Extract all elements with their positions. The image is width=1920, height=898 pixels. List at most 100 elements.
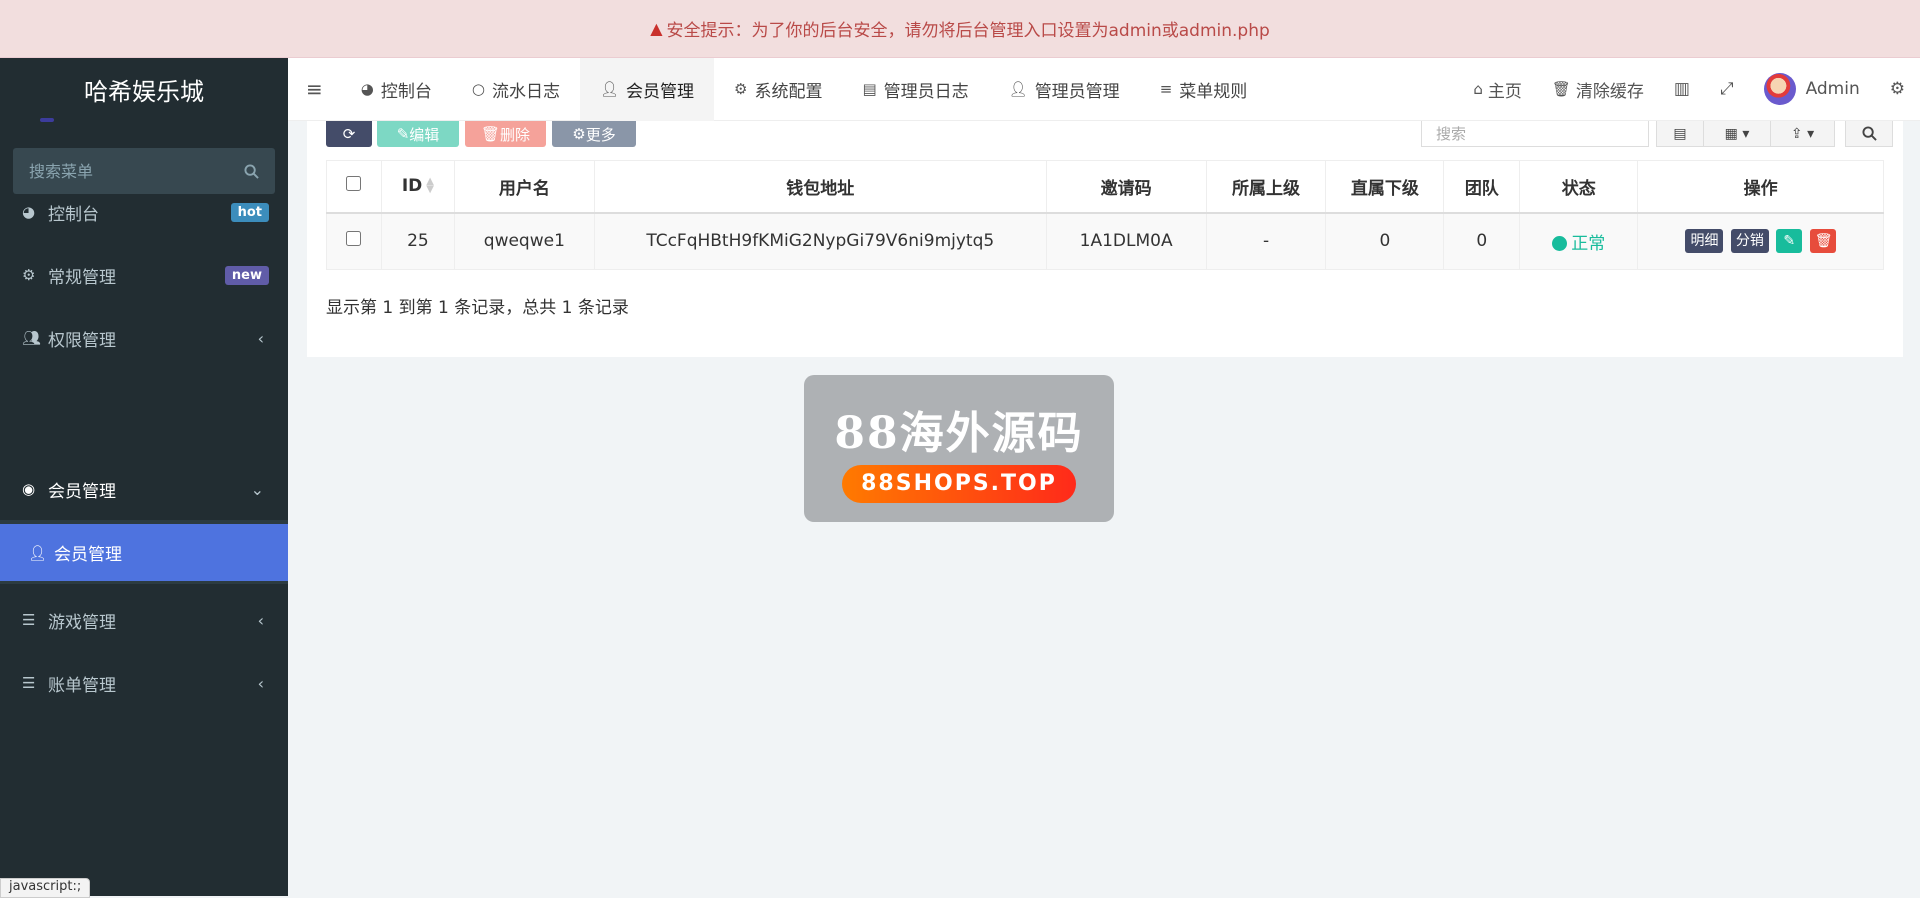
members-table: ID ▲ ▼ 用户名 钱包地址 邀请码 所属上级 直属下级 团队 状态 操作 25 … bbox=[326, 160, 1884, 270]
column-header-id[interactable]: ID ▲ ▼ bbox=[380, 160, 455, 214]
search-icon bbox=[1861, 126, 1877, 141]
cell-invite: 1A1DLM0A bbox=[1045, 212, 1207, 270]
more-button[interactable]: ⚙ 更多 bbox=[552, 121, 636, 147]
column-header-wallet: 钱包地址 bbox=[593, 160, 1047, 214]
row-edit-button[interactable]: ✎ bbox=[1776, 229, 1803, 254]
column-header-parent: 所属上级 bbox=[1205, 160, 1327, 214]
tab-admin-management[interactable]: 👤︎ 管理员管理 bbox=[989, 58, 1140, 121]
list-alt-icon: ▤ bbox=[862, 80, 877, 98]
pagination-summary: 显示第 1 到第 1 条记录，总共 1 条记录 bbox=[326, 298, 629, 318]
trash-icon: 🗑︎ bbox=[480, 125, 501, 143]
toggle-view-button[interactable]: ▤ bbox=[1656, 121, 1704, 147]
share-button[interactable]: 分销 bbox=[1730, 229, 1769, 254]
dashboard-icon: ◕ bbox=[360, 80, 374, 98]
column-header-direct: 直属下级 bbox=[1325, 160, 1445, 214]
pencil-icon: ✎ bbox=[1783, 233, 1796, 250]
cell-username: qweqwe1 bbox=[453, 212, 595, 270]
select-all-cell bbox=[326, 160, 382, 214]
sidebar-toggle-button[interactable]: ≡ bbox=[288, 58, 341, 121]
warning-triangle-icon: ▲ bbox=[650, 19, 663, 38]
edit-label: 编辑 bbox=[409, 125, 440, 144]
user-menu[interactable]: Admin bbox=[1749, 58, 1875, 121]
tab-flow-log[interactable]: ○ 流水日志 bbox=[452, 58, 580, 121]
navbar-right: ⌂ 主页 🗑︎ 清除缓存 ▥ ⤢ Admin ⚙ bbox=[1458, 58, 1920, 121]
export-icon: ⇪ ▾ bbox=[1790, 125, 1815, 142]
tab-members[interactable]: 👤︎ 会员管理 bbox=[579, 57, 714, 121]
cell-wallet: TCcFqHBtH9fKMiG2NypGi79V6ni9mjytq5 bbox=[593, 212, 1047, 270]
menu-search-input[interactable] bbox=[29, 161, 229, 181]
status-badge[interactable]: 正常 bbox=[1552, 234, 1605, 254]
column-header-invite: 邀请码 bbox=[1045, 160, 1207, 214]
chevron-down-icon: ⌄ bbox=[250, 479, 264, 499]
watermark-subtitle: 88SHOPS.TOP bbox=[842, 465, 1076, 503]
row-checkbox[interactable] bbox=[346, 231, 362, 247]
grid-icon: ▦ ▾ bbox=[1724, 125, 1750, 142]
top-navbar: ≡ ◕ 控制台 ○ 流水日志 👤︎ 会员管理 ⚙ 系统配置 ▤ 管理员日志 👤︎… bbox=[288, 57, 1920, 121]
refresh-icon: ⟳ bbox=[342, 125, 356, 143]
search-icon[interactable] bbox=[244, 163, 259, 179]
gear-icon: ⚙ bbox=[734, 80, 748, 98]
trash-icon: 🗑︎ bbox=[1814, 233, 1833, 250]
chevron-left-icon: ‹ bbox=[257, 328, 264, 348]
edit-button[interactable]: ✎ 编辑 bbox=[377, 121, 459, 147]
refresh-button[interactable]: ⟳ bbox=[326, 121, 372, 147]
column-header-username: 用户名 bbox=[453, 160, 595, 214]
cell-direct: 0 bbox=[1325, 212, 1445, 270]
translate-icon: ▥ bbox=[1673, 79, 1690, 99]
sidebar-item-members[interactable]: ◉ 会员管理 ⌄ bbox=[0, 462, 288, 516]
tab-label: 管理员管理 bbox=[1034, 81, 1120, 102]
clear-cache-label: 清除缓存 bbox=[1575, 81, 1644, 102]
user-icon: 👤︎ bbox=[599, 80, 619, 98]
tab-menu-rules[interactable]: ≡ 菜单规则 bbox=[1140, 58, 1268, 121]
home-icon: ⌂ bbox=[1473, 80, 1483, 98]
gear-icon: ⚙ bbox=[572, 125, 586, 143]
table-search-input[interactable] bbox=[1421, 121, 1649, 147]
control-sidebar-button[interactable]: ⚙ bbox=[1875, 58, 1920, 121]
delete-button[interactable]: 🗑︎ 删除 bbox=[465, 121, 546, 147]
sidebar-item-bills[interactable]: ☰ 账单管理 ‹ bbox=[0, 656, 288, 710]
select-all-checkbox[interactable] bbox=[346, 176, 362, 192]
detail-button[interactable]: 明细 bbox=[1685, 229, 1724, 254]
tab-dashboard[interactable]: ◕ 控制台 bbox=[341, 58, 452, 121]
export-dropdown[interactable]: ⇪ ▾ bbox=[1770, 121, 1835, 147]
home-link[interactable]: ⌂ 主页 bbox=[1458, 58, 1537, 121]
sidebar-item-label: 会员管理 bbox=[54, 545, 122, 565]
sidebar-item-dashboard[interactable]: ◕ 控制台 hot bbox=[0, 185, 288, 239]
user-circle-icon: ◉ bbox=[22, 480, 36, 498]
sidebar-subitem-members[interactable]: 👤︎ 会员管理 bbox=[0, 524, 288, 581]
watermark-title: 88海外源码 bbox=[834, 408, 1084, 459]
sidebar-item-label: 常规管理 bbox=[48, 267, 116, 288]
home-label: 主页 bbox=[1487, 81, 1522, 102]
content-panel: ⟳ ✎ 编辑 🗑︎ 删除 ⚙ 更多 ▤ ▦ ▾ ⇪ ▾ ID▲▼ 用户名 钱包地… bbox=[307, 121, 1903, 357]
user-icon: 👤︎ bbox=[28, 543, 48, 562]
chevron-left-icon: ‹ bbox=[257, 673, 264, 693]
sidebar-item-label: 会员管理 bbox=[48, 481, 116, 502]
advanced-search-button[interactable] bbox=[1845, 121, 1893, 147]
user-name: Admin bbox=[1805, 79, 1860, 99]
row-delete-button[interactable]: 🗑︎ bbox=[1809, 229, 1836, 254]
table-row: 25 qweqwe1 TCcFqHBtH9fKMiG2NypGi79V6ni9m… bbox=[326, 212, 1884, 270]
tab-label: 控制台 bbox=[380, 81, 432, 102]
sidebar-item-permissions[interactable]: 👥︎ 权限管理 ‹ bbox=[0, 311, 288, 365]
fullscreen-button[interactable]: ⤢ bbox=[1705, 58, 1749, 121]
table-header-row: ID ▲ ▼ 用户名 钱包地址 邀请码 所属上级 直属下级 团队 状态 操作 bbox=[326, 160, 1884, 214]
language-button[interactable]: ▥ bbox=[1659, 58, 1705, 121]
bars-icon: ≡ bbox=[1159, 80, 1173, 98]
clear-cache-button[interactable]: 🗑︎ 清除缓存 bbox=[1537, 58, 1659, 121]
header-label: ID bbox=[401, 176, 423, 197]
sidebar-item-label: 权限管理 bbox=[48, 330, 116, 351]
tab-system-config[interactable]: ⚙ 系统配置 bbox=[714, 58, 842, 121]
cell-team: 0 bbox=[1443, 212, 1521, 270]
tab-label: 会员管理 bbox=[626, 81, 694, 102]
columns-dropdown[interactable]: ▦ ▾ bbox=[1703, 121, 1771, 147]
sidebar-item-games[interactable]: ☰ 游戏管理 ‹ bbox=[0, 593, 288, 647]
users-icon: 👥︎ bbox=[22, 329, 42, 347]
list-icon: ☰ bbox=[22, 674, 36, 692]
tab-admin-log[interactable]: ▤ 管理员日志 bbox=[842, 58, 988, 121]
column-header-status: 状态 bbox=[1519, 160, 1639, 214]
cogs-icon: ⚙ bbox=[22, 266, 36, 284]
expand-icon: ⤢ bbox=[1719, 79, 1734, 99]
circle-icon: ○ bbox=[471, 80, 485, 98]
chevron-left-icon: ‹ bbox=[257, 610, 264, 630]
sidebar-item-general[interactable]: ⚙ 常规管理 new bbox=[0, 248, 288, 302]
